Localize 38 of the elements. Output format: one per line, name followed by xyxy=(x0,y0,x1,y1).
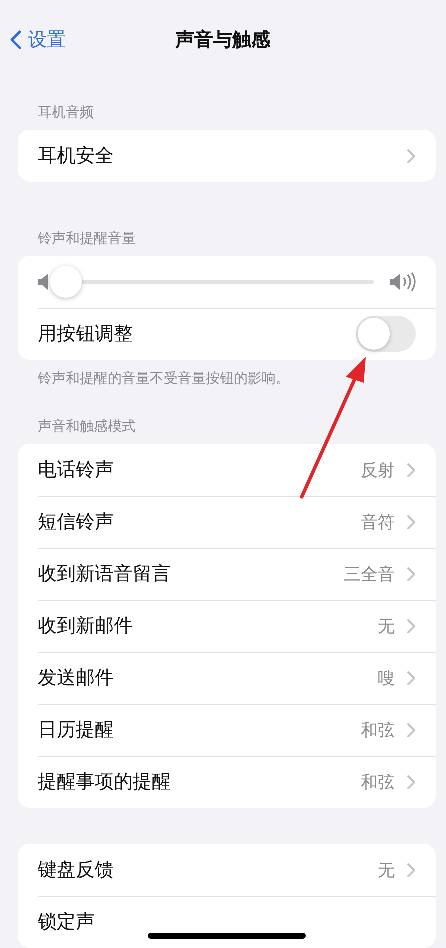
section-header: 耳机音频 xyxy=(37,104,94,123)
chevron-icon xyxy=(407,462,416,478)
row-value: 三全音 xyxy=(344,564,395,586)
row-value: 和弦 xyxy=(361,720,395,742)
row-label[interactable]: 收到新邮件 xyxy=(38,613,378,639)
page-title: 声音与触感 xyxy=(176,28,270,53)
row-value: 反射 xyxy=(361,460,395,482)
row-label[interactable]: 收到新语音留言 xyxy=(38,561,344,587)
row-value: 音符 xyxy=(361,512,395,534)
section-header: 声音和触感模式 xyxy=(37,418,136,437)
toggle-switch[interactable] xyxy=(356,316,416,352)
row-label: 用按钮调整 xyxy=(38,322,134,347)
back-button[interactable]: 设置 xyxy=(10,27,66,53)
back-chevron-icon xyxy=(10,30,22,50)
chevron-icon xyxy=(407,862,416,878)
row-value: 无 xyxy=(378,860,395,882)
row-label[interactable]: 短信铃声 xyxy=(38,509,361,535)
row-label[interactable]: 提醒事项的提醒 xyxy=(38,769,361,795)
speaker-high-icon xyxy=(390,272,416,292)
section-header: 铃声和提醒音量 xyxy=(37,230,136,249)
row-label[interactable]: 键盘反馈 xyxy=(38,857,378,883)
chevron-icon xyxy=(407,514,416,530)
chevron-icon xyxy=(407,148,416,164)
chevron-icon xyxy=(407,670,416,686)
chevron-icon xyxy=(407,722,416,738)
row-label[interactable]: 耳机安全 xyxy=(38,143,407,169)
section-footer: 铃声和提醒的音量不受音量按钮的影响。 xyxy=(18,360,290,388)
row-label[interactable]: 日历提醒 xyxy=(38,717,361,743)
chevron-icon xyxy=(407,618,416,634)
row-label[interactable]: 发送邮件 xyxy=(38,665,378,691)
chevron-icon xyxy=(407,774,416,790)
row-label[interactable]: 锁定声 xyxy=(38,909,416,935)
row-label[interactable]: 电话铃声 xyxy=(38,457,361,483)
chevron-icon xyxy=(407,566,416,582)
row-value: 无 xyxy=(378,616,395,638)
row-value: 嗖 xyxy=(378,668,395,690)
row-value: 和弦 xyxy=(361,772,395,794)
slider-thumb[interactable] xyxy=(50,266,82,298)
